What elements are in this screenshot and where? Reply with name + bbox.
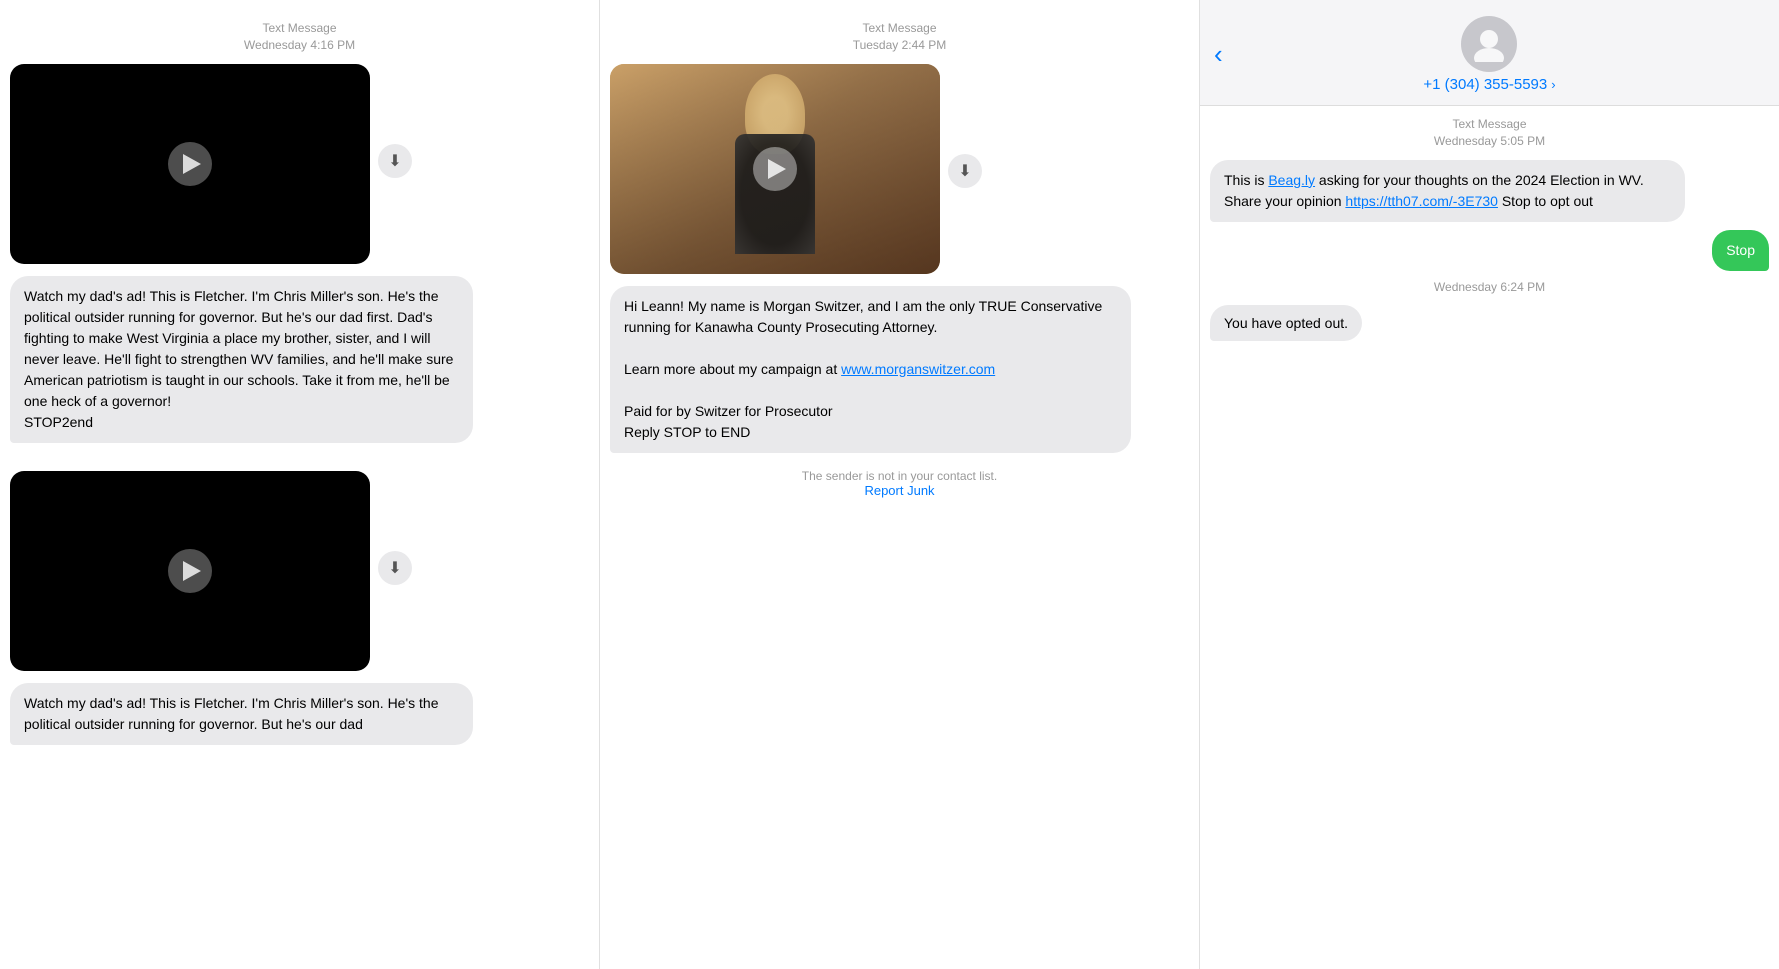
- tth07-link[interactable]: https://tth07.com/-3E730: [1345, 193, 1498, 209]
- download-button-1[interactable]: ⬇: [378, 144, 412, 178]
- column-3: ‹ +1 (304) 355-5593 › Text Message Wedne…: [1200, 0, 1779, 969]
- play-button-2[interactable]: [168, 549, 212, 593]
- person-icon: [1471, 26, 1507, 62]
- col1-time-header-1: Text Message Wednesday 4:16 PM: [244, 20, 355, 54]
- sender-notice: The sender is not in your contact list. …: [802, 469, 997, 498]
- back-button[interactable]: ‹: [1214, 39, 1223, 70]
- col3-stop-row: Stop: [1210, 230, 1769, 271]
- column-2: Text Message Tuesday 2:44 PM ⬇ Hi Leann!…: [600, 0, 1200, 969]
- play-button-1[interactable]: [168, 142, 212, 186]
- chevron-right-icon: ›: [1551, 77, 1555, 92]
- col3-message-1: This is Beag.ly asking for your thoughts…: [1210, 160, 1769, 222]
- beagly-link[interactable]: Beag.ly: [1268, 172, 1315, 188]
- col3-opted-out-bubble: You have opted out.: [1210, 305, 1362, 341]
- download-button-mid[interactable]: ⬇: [948, 154, 982, 188]
- download-button-2[interactable]: ⬇: [378, 551, 412, 585]
- col3-header: ‹ +1 (304) 355-5593 ›: [1200, 0, 1779, 106]
- morganswitzer-link[interactable]: www.morganswitzer.com: [841, 361, 995, 377]
- col1-message-1: Watch my dad's ad! This is Fletcher. I'm…: [10, 276, 589, 443]
- col3-bubble-1: This is Beag.ly asking for your thoughts…: [1210, 160, 1685, 222]
- col2-video-row: ⬇: [610, 64, 1189, 282]
- col3-stop-bubble: Stop: [1712, 230, 1769, 271]
- play-icon-1: [183, 154, 201, 174]
- phone-number-row[interactable]: +1 (304) 355-5593 ›: [1423, 76, 1555, 93]
- col1-bubble-2: Watch my dad's ad! This is Fletcher. I'm…: [10, 683, 473, 745]
- col1-video-thumb-2[interactable]: [10, 471, 370, 671]
- col3-opted-out-row: You have opted out.: [1210, 305, 1769, 341]
- col1-bubble-1: Watch my dad's ad! This is Fletcher. I'm…: [10, 276, 473, 443]
- play-button-mid[interactable]: [753, 147, 797, 191]
- report-junk-button[interactable]: Report Junk: [802, 483, 997, 498]
- col3-messages: Text Message Wednesday 5:05 PM This is B…: [1200, 116, 1779, 969]
- avatar: [1461, 16, 1517, 72]
- play-icon-2: [183, 561, 201, 581]
- col1-video-row-1: ⬇: [10, 64, 589, 272]
- col1-video-row-2: ⬇: [10, 471, 589, 679]
- play-icon-mid: [768, 159, 786, 179]
- phone-number: +1 (304) 355-5593: [1423, 76, 1547, 93]
- col2-message-1: Hi Leann! My name is Morgan Switzer, and…: [610, 286, 1189, 453]
- col2-video-thumb[interactable]: [610, 64, 940, 274]
- col1-video-thumb-1[interactable]: [10, 64, 370, 264]
- col3-time-2: Wednesday 6:24 PM: [1210, 279, 1769, 296]
- col2-time-header: Text Message Tuesday 2:44 PM: [853, 20, 947, 54]
- column-1: Text Message Wednesday 4:16 PM ⬇ Watch m…: [0, 0, 600, 969]
- col3-time-header: Text Message Wednesday 5:05 PM: [1210, 116, 1769, 150]
- col1-message-2: Watch my dad's ad! This is Fletcher. I'm…: [10, 683, 589, 745]
- col2-bubble-1: Hi Leann! My name is Morgan Switzer, and…: [610, 286, 1131, 453]
- contact-info: +1 (304) 355-5593 ›: [1423, 16, 1555, 93]
